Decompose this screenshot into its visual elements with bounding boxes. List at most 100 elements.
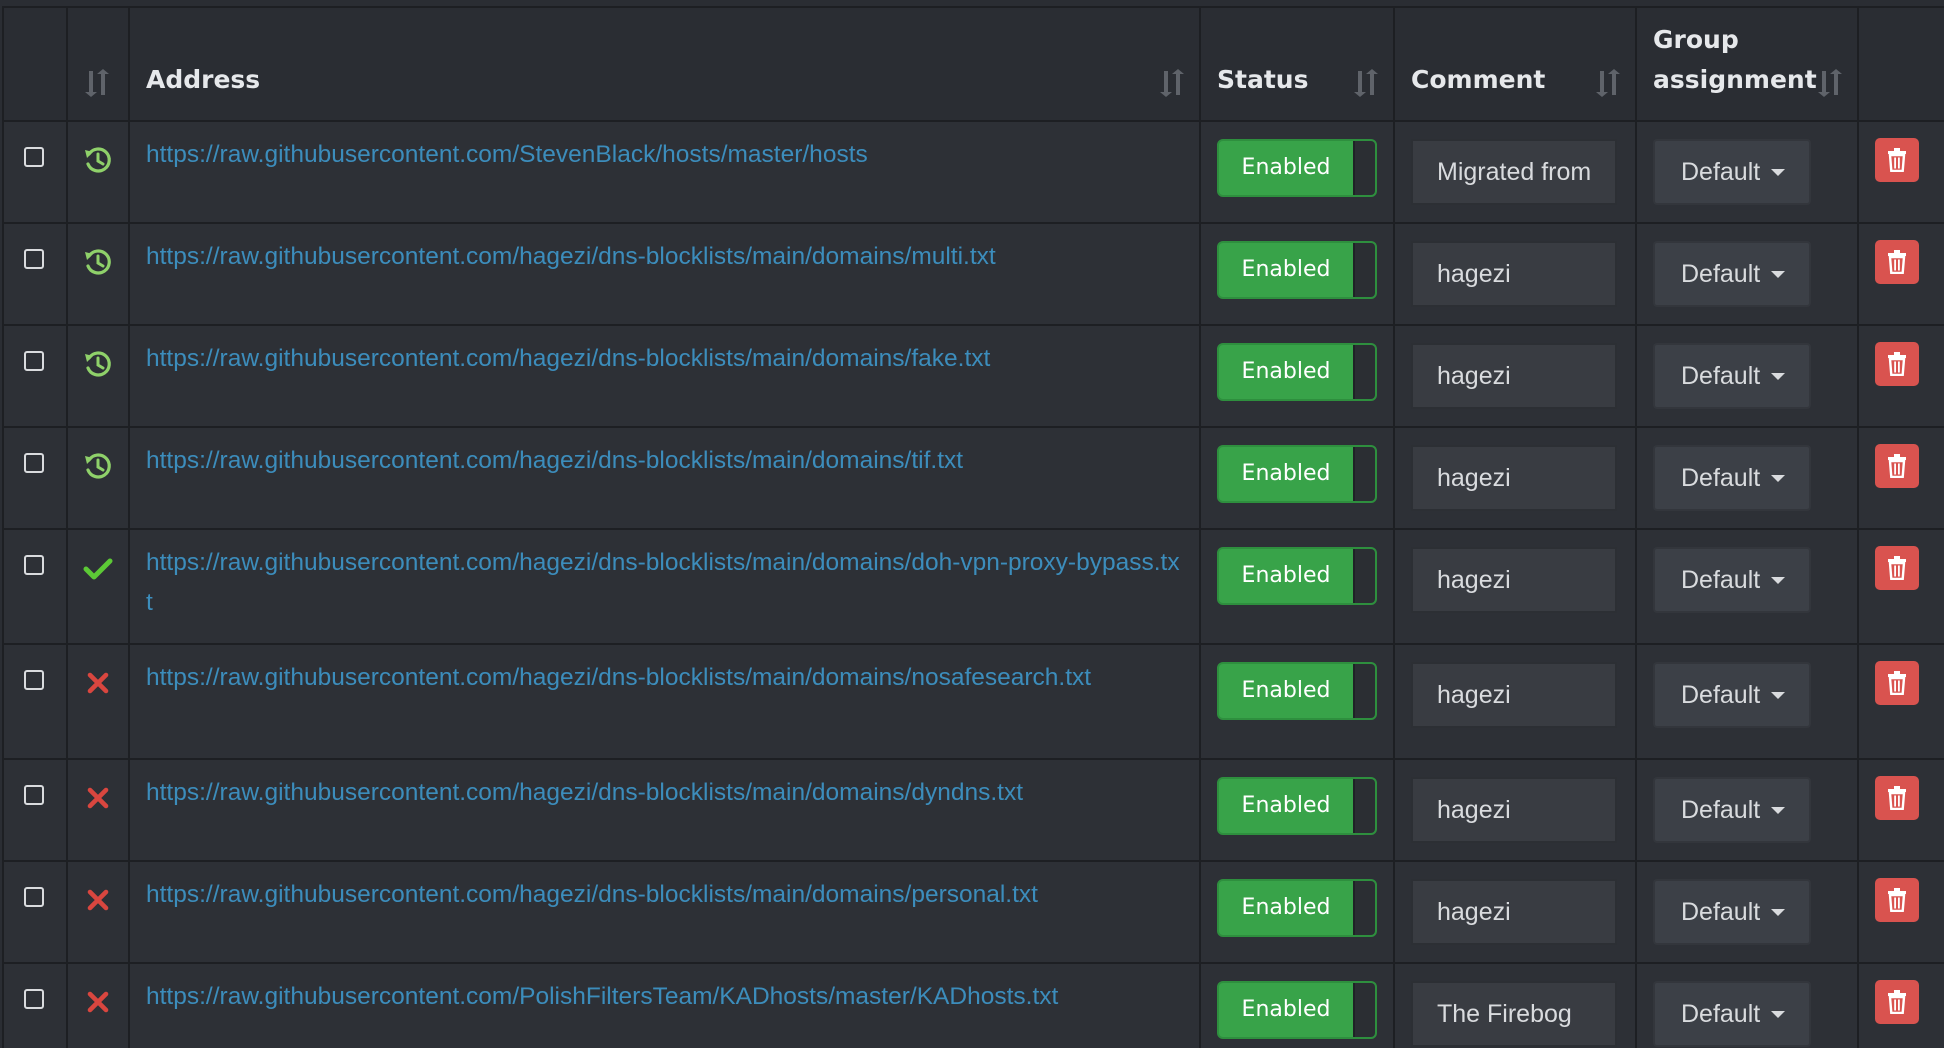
address-cell: https://raw.githubusercontent.com/hagezi… <box>128 528 1201 645</box>
delete-button[interactable] <box>1875 240 1919 284</box>
group-select-value: Default <box>1681 898 1761 926</box>
table-row: https://raw.githubusercontent.com/hagezi… <box>2 324 1944 428</box>
comment-input[interactable]: hagezi <box>1411 343 1617 409</box>
delete-button[interactable] <box>1875 661 1919 705</box>
enabled-toggle-label: Enabled <box>1241 563 1331 588</box>
group-select-button[interactable]: Default <box>1653 343 1811 409</box>
address-link[interactable]: https://raw.githubusercontent.com/hagezi… <box>130 530 1199 623</box>
enabled-toggle[interactable]: Enabled <box>1217 241 1377 299</box>
row-checkbox[interactable] <box>24 555 44 575</box>
select-cell <box>2 120 68 224</box>
status-cell: Enabled <box>1199 643 1395 760</box>
toggle-knob <box>1353 447 1375 501</box>
group-assignment-column-header[interactable]: Group assignment <box>1635 6 1859 122</box>
row-checkbox[interactable] <box>24 249 44 269</box>
row-checkbox[interactable] <box>24 351 44 371</box>
status-cell: Enabled <box>1199 222 1395 326</box>
comment-input[interactable]: hagezi <box>1411 879 1617 945</box>
status-cell: Enabled <box>1199 120 1395 224</box>
group-select-value: Default <box>1681 1000 1761 1028</box>
address-link[interactable]: https://raw.githubusercontent.com/hagezi… <box>130 326 1199 379</box>
table-row: https://raw.githubusercontent.com/hagezi… <box>2 860 1944 964</box>
delete-button[interactable] <box>1875 342 1919 386</box>
comment-cell: Migrated from <box>1393 120 1637 224</box>
comment-input[interactable]: hagezi <box>1411 445 1617 511</box>
comment-input[interactable]: Migrated from <box>1411 139 1617 205</box>
delete-button[interactable] <box>1875 546 1919 590</box>
comment-cell: hagezi <box>1393 222 1637 326</box>
enabled-toggle[interactable]: Enabled <box>1217 879 1377 937</box>
group-header-line1: Group <box>1653 25 1739 54</box>
status-column-header[interactable]: Status <box>1199 6 1395 122</box>
enabled-toggle[interactable]: Enabled <box>1217 547 1377 605</box>
row-checkbox[interactable] <box>24 670 44 690</box>
group-select-button[interactable]: Default <box>1653 547 1811 613</box>
enabled-toggle[interactable]: Enabled <box>1217 139 1377 197</box>
enabled-toggle-label: Enabled <box>1241 461 1331 486</box>
comment-column-header[interactable]: Comment <box>1393 6 1637 122</box>
address-link[interactable]: https://raw.githubusercontent.com/hagezi… <box>130 428 1199 481</box>
trash-icon <box>1888 888 1906 912</box>
comment-input[interactable]: hagezi <box>1411 241 1617 307</box>
group-select-button[interactable]: Default <box>1653 777 1811 843</box>
delete-button[interactable] <box>1875 980 1919 1024</box>
history-icon <box>85 351 111 377</box>
row-checkbox[interactable] <box>24 785 44 805</box>
enabled-toggle[interactable]: Enabled <box>1217 343 1377 401</box>
comment-input[interactable]: hagezi <box>1411 777 1617 843</box>
address-link[interactable]: https://raw.githubusercontent.com/hagezi… <box>130 224 1199 277</box>
caret-down-icon <box>1771 1011 1785 1018</box>
enabled-toggle[interactable]: Enabled <box>1217 777 1377 835</box>
delete-button[interactable] <box>1875 878 1919 922</box>
enabled-toggle[interactable]: Enabled <box>1217 662 1377 720</box>
comment-input[interactable]: The Firebog <box>1411 981 1617 1047</box>
group-cell: Default <box>1635 860 1859 964</box>
group-cell: Default <box>1635 758 1859 862</box>
group-select-value: Default <box>1681 681 1761 709</box>
table-row: https://raw.githubusercontent.com/Polish… <box>2 962 1944 1048</box>
delete-button[interactable] <box>1875 776 1919 820</box>
group-select-button[interactable]: Default <box>1653 445 1811 511</box>
row-checkbox[interactable] <box>24 989 44 1009</box>
sort-arrows-icon[interactable] <box>1159 68 1185 98</box>
address-link[interactable]: https://raw.githubusercontent.com/hagezi… <box>130 645 1199 698</box>
comment-cell: hagezi <box>1393 528 1637 645</box>
group-select-value: Default <box>1681 464 1761 492</box>
enabled-toggle-label: Enabled <box>1241 678 1331 703</box>
address-link[interactable]: https://raw.githubusercontent.com/hagezi… <box>130 862 1199 915</box>
group-cell: Default <box>1635 528 1859 645</box>
enabled-toggle-label: Enabled <box>1241 895 1331 920</box>
sort-arrows-icon[interactable] <box>1595 68 1621 98</box>
table-row: https://raw.githubusercontent.com/hagezi… <box>2 758 1944 862</box>
comment-input[interactable]: hagezi <box>1411 662 1617 728</box>
comment-input[interactable]: hagezi <box>1411 547 1617 613</box>
address-link[interactable]: https://raw.githubusercontent.com/Steven… <box>130 122 1199 175</box>
toggle-knob <box>1353 779 1375 833</box>
address-link[interactable]: https://raw.githubusercontent.com/hagezi… <box>130 760 1199 813</box>
delete-button[interactable] <box>1875 444 1919 488</box>
enabled-toggle[interactable]: Enabled <box>1217 445 1377 503</box>
group-select-button[interactable]: Default <box>1653 241 1811 307</box>
health-column-header[interactable] <box>66 6 130 122</box>
address-cell: https://raw.githubusercontent.com/Polish… <box>128 962 1201 1048</box>
sort-arrows-icon[interactable] <box>1817 68 1843 98</box>
group-select-button[interactable]: Default <box>1653 139 1811 205</box>
sort-arrows-icon[interactable] <box>84 68 110 98</box>
address-link[interactable]: https://raw.githubusercontent.com/Polish… <box>130 964 1199 1017</box>
group-select-button[interactable]: Default <box>1653 981 1811 1047</box>
status-cell: Enabled <box>1199 324 1395 428</box>
trash-icon <box>1888 148 1906 172</box>
group-select-button[interactable]: Default <box>1653 662 1811 728</box>
comment-cell: hagezi <box>1393 860 1637 964</box>
group-select-button[interactable]: Default <box>1653 879 1811 945</box>
enabled-toggle[interactable]: Enabled <box>1217 981 1377 1039</box>
address-cell: https://raw.githubusercontent.com/hagezi… <box>128 426 1201 530</box>
row-checkbox[interactable] <box>24 887 44 907</box>
select-cell <box>2 222 68 326</box>
sort-arrows-icon[interactable] <box>1353 68 1379 98</box>
address-cell: https://raw.githubusercontent.com/hagezi… <box>128 860 1201 964</box>
delete-button[interactable] <box>1875 138 1919 182</box>
row-checkbox[interactable] <box>24 147 44 167</box>
row-checkbox[interactable] <box>24 453 44 473</box>
address-column-header[interactable]: Address <box>128 6 1201 122</box>
